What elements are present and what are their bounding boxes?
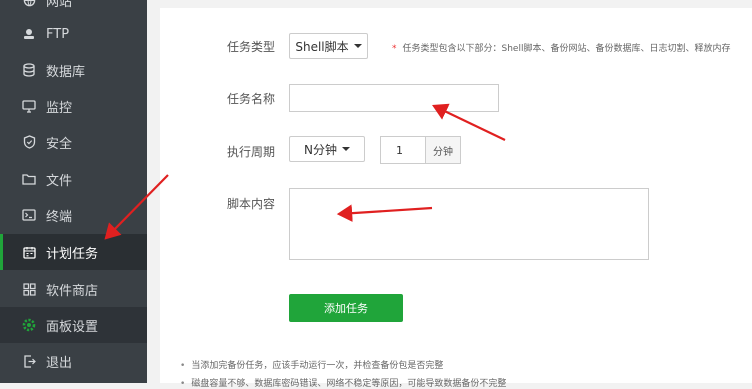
logout-icon (22, 354, 36, 368)
sidebar-item-terminal[interactable]: 终端 (0, 197, 147, 233)
sidebar-item-cron[interactable]: 计划任务 (0, 234, 147, 270)
sidebar-item-label: 网站 (46, 0, 73, 10)
sidebar-item-label: FTP (46, 26, 70, 42)
sidebar-item-logout[interactable]: 退出 (0, 343, 147, 379)
add-task-button[interactable]: 添加任务 (289, 294, 403, 322)
sidebar-item-label: 文件 (46, 173, 73, 189)
apps-grid-icon (22, 282, 36, 296)
script-textarea[interactable] (289, 188, 649, 260)
sidebar-item-label: 数据库 (46, 64, 86, 80)
folder-icon (22, 172, 36, 186)
sidebar: 网站 FTP 数据库 监控 安全 文件 终端 计划任务 软件商店 面板设置 退出 (0, 0, 147, 383)
sidebar-item-label: 软件商店 (46, 283, 99, 299)
period-dropdown[interactable]: N分钟 (289, 136, 365, 162)
sidebar-item-label: 退出 (46, 355, 73, 371)
sidebar-item-label: 终端 (46, 209, 73, 225)
sidebar-item-security[interactable]: 安全 (0, 124, 147, 160)
sidebar-item-label: 安全 (46, 136, 73, 152)
task-name-label: 任务名称 (227, 92, 276, 106)
shield-icon (22, 135, 36, 149)
caret-down-icon (341, 147, 350, 151)
note-item: 当添加完备份任务，应该手动运行一次，并检查备份包是否完整 (180, 358, 443, 371)
minute-unit: 分钟 (426, 136, 461, 164)
script-label: 脚本内容 (227, 197, 276, 211)
task-type-hint-text: 任务类型包含以下部分：Shell脚本、备份网站、备份数据库、日志切割、释放内存 (402, 44, 731, 54)
task-type-value: Shell脚本 (295, 39, 349, 54)
sidebar-item-label: 监控 (46, 100, 73, 116)
sidebar-item-monitor[interactable]: 监控 (0, 88, 147, 124)
caret-down-icon (353, 44, 362, 48)
cron-form-panel: 任务类型 Shell脚本 * 任务类型包含以下部分：Shell脚本、备份网站、备份… (160, 0, 752, 389)
calendar-icon (22, 245, 36, 259)
period-label: 执行周期 (227, 145, 276, 159)
task-type-hint: * 任务类型包含以下部分：Shell脚本、备份网站、备份数据库、日志切割、释放内存 (392, 41, 730, 54)
required-star: * (392, 44, 397, 54)
monitor-icon (22, 99, 36, 113)
period-value: N分钟 (304, 142, 337, 157)
sidebar-item-label: 计划任务 (46, 246, 99, 262)
ftp-icon (22, 27, 36, 41)
sidebar-item-database[interactable]: 数据库 (0, 52, 147, 88)
globe-icon (22, 0, 36, 7)
minute-input[interactable]: 1 (380, 136, 426, 164)
database-icon (22, 63, 36, 77)
sidebar-item-store[interactable]: 软件商店 (0, 271, 147, 307)
task-name-input[interactable] (289, 84, 499, 112)
task-type-label: 任务类型 (227, 40, 276, 54)
sidebar-item-panel-settings[interactable]: 面板设置 (0, 307, 147, 343)
gear-icon (22, 318, 36, 332)
task-type-dropdown[interactable]: Shell脚本 (289, 33, 368, 59)
sidebar-item-ftp[interactable]: FTP (0, 16, 147, 52)
terminal-icon (22, 208, 36, 222)
sidebar-item-files[interactable]: 文件 (0, 161, 147, 197)
panel-top-gap (160, 0, 752, 8)
sidebar-item-label: 面板设置 (46, 319, 99, 335)
